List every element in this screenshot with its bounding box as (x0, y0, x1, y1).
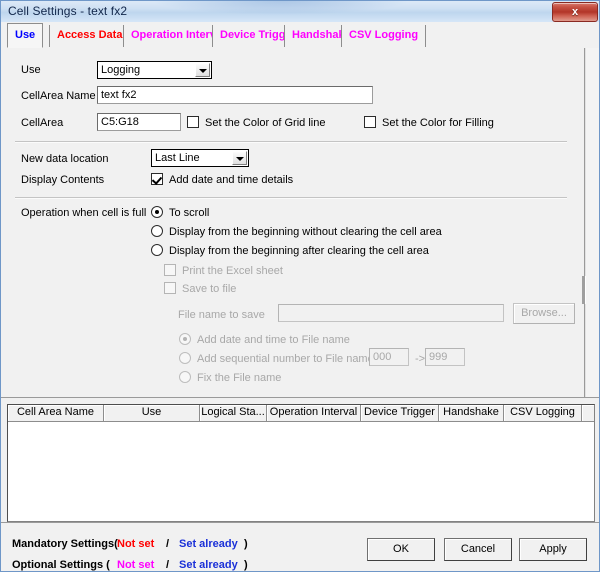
seq-start-input: 000 (369, 348, 409, 366)
close-button[interactable]: x (552, 2, 598, 22)
tab-use[interactable]: Use (7, 23, 44, 48)
use-select[interactable]: Logging (97, 61, 212, 79)
set-color-grid-checkbox[interactable] (187, 116, 199, 128)
browse-button: Browse... (513, 303, 575, 324)
column-header-csv-logging[interactable]: CSV Logging (504, 405, 582, 421)
tab-strip: Use Access Data Operation Interval Devic… (1, 22, 599, 49)
window-title: Cell Settings - text fx2 (8, 4, 128, 18)
radio-fix-filename-label: Fix the File name (197, 372, 282, 384)
tab-csv-logging[interactable]: CSV Logging (341, 25, 427, 47)
radio-begin-without-clearing[interactable] (151, 225, 163, 237)
print-excel-sheet-checkbox (164, 264, 176, 276)
set-color-fill-checkbox[interactable] (364, 116, 376, 128)
radio-begin-after-clearing-label: Display from the beginning after clearin… (169, 245, 429, 257)
optional-paren-close: ) (244, 559, 248, 571)
tab-access-data[interactable]: Access Data (49, 25, 131, 47)
use-tab-panel: Use Logging CellArea Name text fx2 CellA… (1, 48, 599, 398)
column-header-operation-interval[interactable]: Operation Interval (267, 405, 361, 421)
apply-button[interactable]: Apply (519, 538, 587, 561)
operation-when-full-label: Operation when cell is full (21, 207, 147, 219)
cell-area-list[interactable]: Cell Area Name Use Logical Sta... Operat… (7, 404, 595, 522)
mandatory-slash: / (166, 538, 170, 550)
title-bar: Cell Settings - text fx2 x (1, 1, 599, 23)
cell-area-label: CellArea (21, 117, 64, 129)
new-data-location-value: Last Line (155, 152, 200, 164)
splitter-grip[interactable] (582, 276, 586, 304)
cell-area-name-label: CellArea Name (21, 90, 96, 102)
cell-settings-dialog: Cell Settings - text fx2 x Use Access Da… (0, 0, 600, 572)
optional-set-already-link[interactable]: Set already (179, 559, 238, 571)
column-header-use[interactable]: Use (104, 405, 200, 421)
column-header-logical-station[interactable]: Logical Sta... (200, 405, 267, 421)
radio-begin-without-clearing-label: Display from the beginning without clear… (169, 226, 442, 238)
panel-splitter[interactable] (584, 48, 585, 397)
radio-to-scroll[interactable] (151, 206, 163, 218)
file-name-to-save-label: File name to save (178, 309, 265, 321)
radio-begin-after-clearing[interactable] (151, 244, 163, 256)
use-label: Use (21, 64, 41, 76)
print-excel-sheet-label: Print the Excel sheet (182, 265, 283, 277)
radio-to-scroll-label: To scroll (169, 207, 210, 219)
new-data-location-label: New data location (21, 153, 109, 165)
optional-settings-label: Optional Settings ( (12, 559, 110, 571)
add-date-time-details-label: Add date and time details (169, 174, 294, 186)
mandatory-settings-label: Mandatory Settings( (12, 538, 118, 550)
footer-bar: Mandatory Settings( Not set / Set alread… (1, 522, 599, 571)
set-color-grid-label: Set the Color of Grid line (205, 117, 326, 129)
chevron-down-icon[interactable] (195, 63, 210, 77)
display-contents-label: Display Contents (21, 174, 105, 186)
chevron-down-icon[interactable] (232, 151, 247, 165)
set-color-fill-label: Set the Color for Filling (382, 117, 494, 129)
radio-add-sequential-number (179, 352, 191, 364)
table-header-row: Cell Area Name Use Logical Sta... Operat… (8, 405, 594, 422)
column-header-device-trigger[interactable]: Device Trigger (361, 405, 439, 421)
file-name-to-save-input (278, 304, 504, 322)
seq-end-input: 999 (425, 348, 465, 366)
separator-1 (15, 141, 567, 142)
column-header-handshake[interactable]: Handshake (439, 405, 504, 421)
add-date-time-details-checkbox[interactable] (151, 173, 163, 185)
optional-not-set-status: Not set (117, 559, 155, 571)
save-to-file-checkbox (164, 282, 176, 294)
seq-arrow-label: -> (415, 353, 426, 365)
radio-add-datetime-to-filename-label: Add date and time to File name (197, 334, 350, 346)
mandatory-paren-close: ) (244, 538, 248, 550)
cancel-button[interactable]: Cancel (444, 538, 512, 561)
column-header-filler (582, 405, 594, 421)
column-header-cell-area-name[interactable]: Cell Area Name (8, 405, 104, 421)
use-select-value: Logging (101, 64, 141, 76)
cell-area-name-input[interactable]: text fx2 (97, 86, 373, 104)
mandatory-not-set-status: Not set (117, 538, 155, 550)
radio-add-datetime-to-filename (179, 333, 191, 345)
radio-add-sequential-number-label: Add sequential number to File name (197, 353, 374, 365)
radio-fix-filename (179, 371, 191, 383)
save-to-file-label: Save to file (182, 283, 237, 295)
mandatory-set-already-link[interactable]: Set already (179, 538, 238, 550)
optional-slash: / (166, 559, 170, 571)
new-data-location-select[interactable]: Last Line (151, 149, 249, 167)
ok-button[interactable]: OK (367, 538, 435, 561)
cell-area-input[interactable]: C5:G18 (97, 113, 181, 131)
right-gutter (585, 48, 599, 397)
separator-2 (15, 197, 567, 198)
